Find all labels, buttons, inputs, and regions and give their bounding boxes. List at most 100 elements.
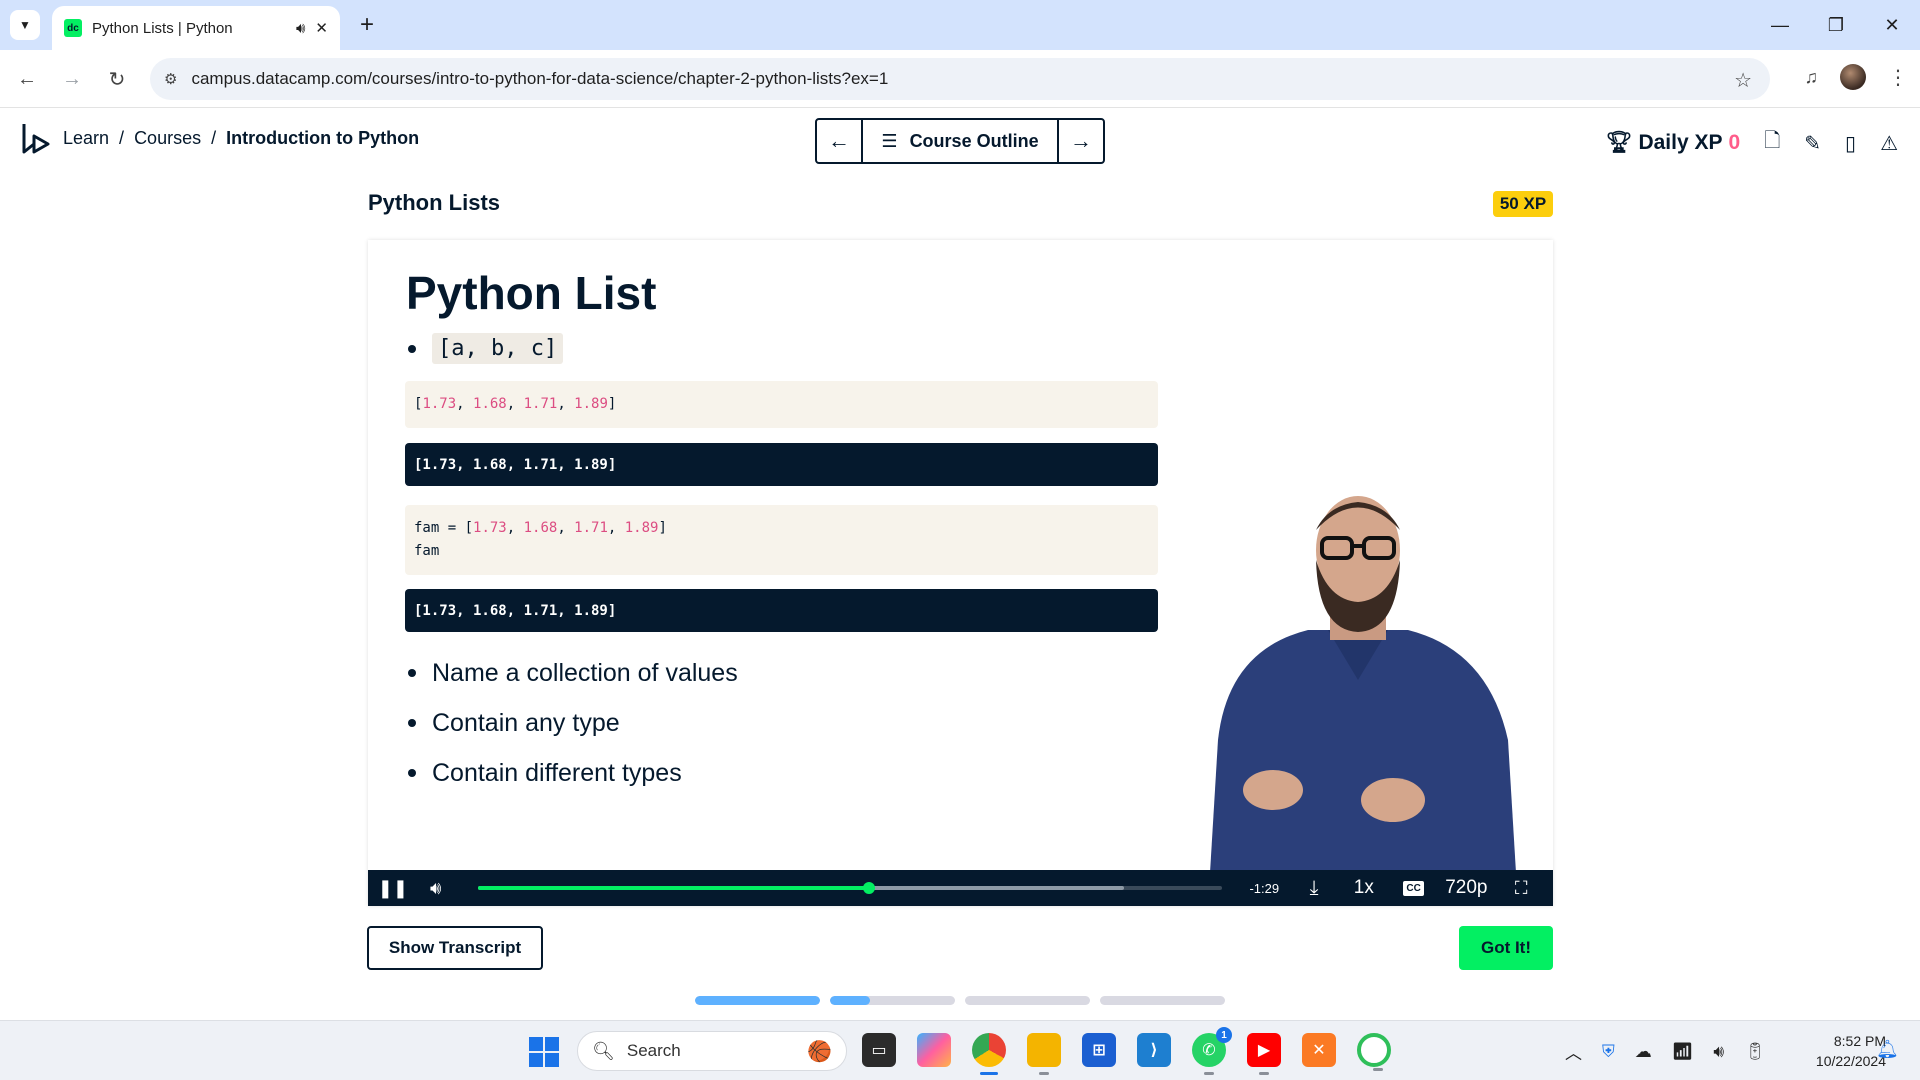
forward-arrow-icon[interactable]: → (57, 64, 87, 94)
chrome-icon[interactable] (972, 1033, 1006, 1075)
got-it-button[interactable]: Got It! (1459, 926, 1553, 970)
volume-icon[interactable]: 🔊︎ (418, 870, 454, 906)
code-assign: fam = (414, 520, 465, 536)
bullet-dot (408, 669, 416, 677)
progress-step[interactable] (965, 996, 1090, 1005)
seek-handle[interactable] (862, 882, 875, 894)
breadcrumb-separator: / (211, 128, 217, 148)
restore-icon[interactable]: ❐ (1808, 0, 1864, 50)
bullet-dot (408, 719, 416, 727)
close-tab-icon[interactable]: ✕ (315, 19, 328, 37)
seek-bar[interactable] (477, 882, 1223, 894)
whatsapp-icon[interactable]: ✆ 1 (1192, 1027, 1232, 1075)
slide-heading: Python List (406, 267, 657, 319)
slide-bullet-syntax: [a, b, c] (408, 333, 564, 364)
running-indicator (1039, 1072, 1049, 1075)
wifi-icon[interactable]: 📶︎ (1672, 1042, 1694, 1062)
system-tray: ︿ ⛨ ☁ 📶︎ 🔊︎ 🔋︎ (1565, 1039, 1766, 1064)
back-arrow-icon[interactable]: ← (12, 64, 42, 94)
course-outline-label: Course Outline (909, 130, 1039, 151)
reload-icon[interactable]: ↻ (102, 64, 132, 94)
tab-search-chevron-icon[interactable]: ▼ (10, 10, 40, 40)
url-field[interactable]: ⚙ campus.datacamp.com/courses/intro-to-p… (150, 58, 1770, 100)
breadcrumb-course[interactable]: Introduction to Python (226, 128, 419, 149)
xampp-icon[interactable]: ✕ (1302, 1033, 1336, 1067)
bullet-text: Contain different types (432, 758, 682, 787)
battery-icon[interactable]: 🔋︎ (1744, 1042, 1766, 1062)
breadcrumb-courses[interactable]: Courses (134, 128, 201, 149)
exercise-title: Python Lists (368, 190, 501, 215)
code-bracket: ] (658, 520, 667, 536)
vscode-icon[interactable]: ⟩ (1137, 1033, 1171, 1067)
previous-exercise-arrow-icon[interactable]: ← (817, 120, 861, 162)
media-controls-icon[interactable]: ♫ (1805, 67, 1819, 88)
step-fill (830, 996, 870, 1005)
youtube-icon[interactable]: ▶ (1247, 1033, 1281, 1075)
code-comma: , (557, 396, 575, 412)
file-explorer-icon[interactable] (1027, 1033, 1061, 1075)
trophy-icon: 🏆︎ (1605, 131, 1633, 154)
bookmark-star-icon[interactable]: ☆ (1734, 68, 1752, 93)
course-outline-button[interactable]: ☰ Course Outline (861, 120, 1059, 162)
bullet-dot (408, 769, 416, 777)
browser-tab[interactable]: dc Python Lists | Python 🔊︎ ✕ (52, 6, 340, 50)
windows-start-icon[interactable] (529, 1037, 559, 1067)
volume-tray-icon[interactable]: 🔊︎ (1713, 1042, 1724, 1062)
next-exercise-arrow-icon[interactable]: → (1059, 120, 1103, 162)
security-shield-icon[interactable]: ⛨ (1602, 1042, 1615, 1062)
profile-avatar[interactable] (1840, 64, 1866, 90)
datacamp-favicon-icon: dc (64, 19, 82, 37)
new-tab-plus-icon[interactable]: + (352, 10, 382, 40)
code-number: 1.68 (473, 396, 507, 412)
show-transcript-button[interactable]: Show Transcript (367, 926, 543, 970)
show-hidden-icons-chevron-icon[interactable]: ︿ (1565, 1039, 1582, 1064)
notification-bell-icon[interactable]: 🔔︎ (1876, 1039, 1899, 1060)
captions-cc-icon[interactable]: CC (1384, 870, 1444, 906)
code-number: 1.73 (422, 396, 457, 412)
copilot-icon[interactable] (917, 1033, 951, 1067)
speaker-icon[interactable]: 🔊︎ (296, 20, 305, 37)
breadcrumb-separator: / (119, 128, 125, 148)
download-icon[interactable]: ⤓ (1284, 870, 1344, 906)
site-settings-icon[interactable]: ⚙ (164, 70, 177, 88)
bullet-text: Contain any type (432, 708, 620, 737)
code-comma: , (506, 396, 524, 412)
more-menu-icon[interactable]: ⋮ (1888, 65, 1908, 90)
report-issue-warning-icon[interactable]: ⚠ (1880, 131, 1898, 156)
breadcrumb-learn[interactable]: Learn (63, 128, 109, 149)
loader-app-icon[interactable] (1357, 1033, 1391, 1071)
system-clock[interactable]: 8:52 PM 10/22/2024 (1780, 1031, 1886, 1071)
code-number: 1.89 (574, 396, 608, 412)
microsoft-store-icon[interactable]: ⊞ (1082, 1033, 1116, 1067)
daily-xp[interactable]: 🏆︎ Daily XP 0 (1606, 131, 1740, 155)
onedrive-cloud-icon[interactable]: ☁ (1635, 1042, 1652, 1062)
quality-button[interactable]: 720p (1443, 870, 1489, 906)
progress-step[interactable] (1100, 996, 1225, 1005)
task-view-icon[interactable]: ▭ (862, 1033, 896, 1067)
progress-step[interactable] (695, 996, 820, 1005)
course-navigation: ← ☰ Course Outline → (815, 118, 1105, 164)
taskbar-search[interactable]: 🔍︎ Search 🏀 (577, 1031, 847, 1071)
mobile-device-icon[interactable]: ▯ (1845, 131, 1856, 156)
played-bar (477, 886, 869, 890)
daily-xp-label: Daily XP (1638, 131, 1723, 154)
slides-document-icon[interactable]: 🗋 (1764, 126, 1780, 160)
notes-pencil-icon[interactable]: ✎ (1804, 131, 1821, 156)
slide-bullets: Name a collection of values Contain any … (408, 648, 738, 798)
address-bar: ← → ↻ ⚙ campus.datacamp.com/courses/intr… (0, 50, 1920, 108)
close-window-icon[interactable]: ✕ (1864, 0, 1920, 50)
window-controls: — ❐ ✕ (1752, 0, 1920, 50)
code-block-2: fam = [1.73, 1.68, 1.71, 1.89] fam (405, 505, 1158, 575)
minimize-icon[interactable]: — (1752, 0, 1808, 50)
pause-icon[interactable]: ❚❚ (368, 870, 418, 906)
code-number: 1.71 (574, 520, 608, 536)
bullet-text: Name a collection of values (432, 658, 738, 687)
video-player[interactable]: Python List [a, b, c] [1.73, 1.68, 1.71,… (368, 240, 1553, 906)
progress-step[interactable] (830, 996, 955, 1005)
datacamp-logo-icon[interactable] (20, 122, 50, 158)
fullscreen-icon[interactable]: ⛶ (1489, 870, 1553, 906)
playback-rate-button[interactable]: 1x (1344, 870, 1384, 906)
windows-taskbar: 🔍︎ Search 🏀 ▭ ⊞ ⟩ ✆ 1 ▶ ✕ ︿ ⛨ ☁ 📶︎ 🔊︎ 🔋︎ … (0, 1020, 1920, 1080)
code-comma: , (506, 520, 524, 536)
code-number: 1.71 (523, 396, 558, 412)
